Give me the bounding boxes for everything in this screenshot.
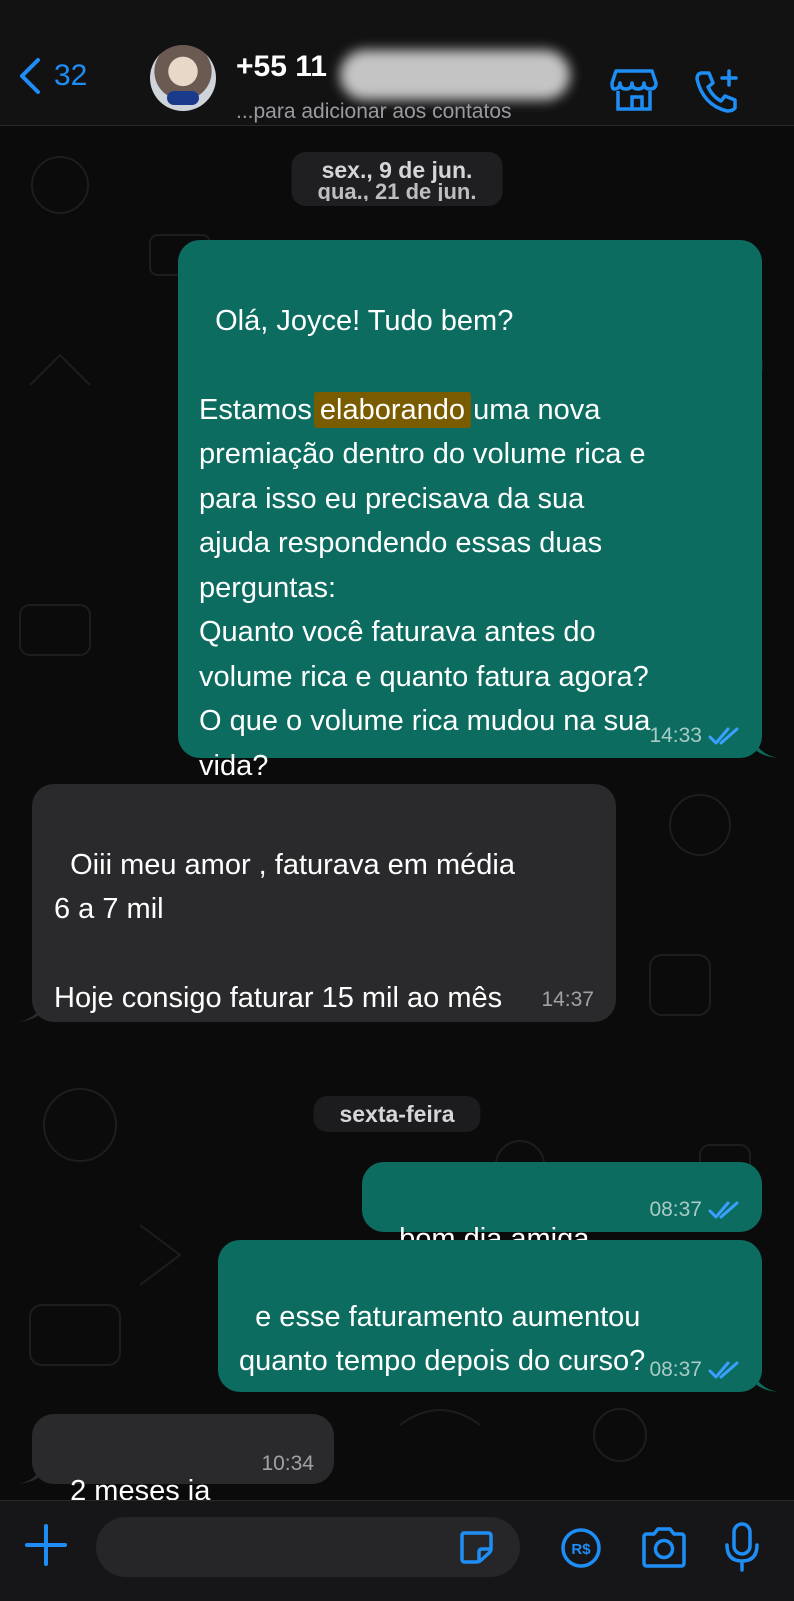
- contact-subtitle[interactable]: ...para adicionar aos contatos: [236, 100, 512, 124]
- camera-icon[interactable]: [640, 1525, 688, 1569]
- bubble-tail: [754, 738, 778, 758]
- message-time: 14:33: [649, 724, 702, 747]
- message-text: uma nova premiação dentro do volume rica…: [199, 393, 651, 782]
- message-time: 10:34: [261, 1452, 314, 1475]
- date-label-scrolling: qua., 21 de jun.: [317, 183, 477, 201]
- payment-icon[interactable]: R$: [560, 1527, 602, 1569]
- date-label: sexta-feira: [339, 1101, 455, 1127]
- message-text: Estamos: [199, 393, 320, 426]
- search-highlight: elaborando: [313, 391, 472, 428]
- avatar[interactable]: [150, 45, 216, 111]
- message-text: e esse faturamento aumentou quanto tempo…: [239, 1300, 646, 1378]
- svg-text:R$: R$: [571, 1541, 591, 1558]
- redacted-number: [340, 50, 570, 100]
- date-separator: sexta-feira: [313, 1096, 481, 1132]
- store-icon[interactable]: [610, 67, 658, 113]
- unread-count: 32: [54, 59, 88, 92]
- message-meta: 10:34: [261, 1452, 314, 1476]
- outgoing-message[interactable]: e esse faturamento aumentou quanto tempo…: [218, 1240, 762, 1392]
- message-meta: 08:37: [649, 1358, 740, 1382]
- plus-icon[interactable]: [24, 1523, 68, 1567]
- date-separator: sex., 9 de jun. qua., 21 de jun.: [291, 152, 503, 206]
- incoming-message[interactable]: 2 meses ja 10:34: [32, 1414, 334, 1507]
- message-composer: R$: [0, 1500, 794, 1601]
- message-meta: 14:37: [541, 988, 594, 1012]
- message-time: 08:37: [649, 1198, 702, 1221]
- message-text: Olá, Joyce! Tudo bem?: [215, 304, 514, 337]
- back-button[interactable]: 32: [18, 56, 87, 96]
- message-time: 08:37: [649, 1358, 702, 1381]
- chat-header: 32 +55 11 ...para adicionar aos contatos: [0, 12, 794, 126]
- sticker-icon[interactable]: [458, 1529, 494, 1565]
- double-check-icon: [708, 727, 739, 745]
- avatar-badge: [167, 91, 199, 105]
- double-check-icon: [708, 1201, 739, 1219]
- message-time: 14:37: [541, 988, 594, 1011]
- microphone-icon[interactable]: [724, 1521, 760, 1573]
- outgoing-message[interactable]: Olá, Joyce! Tudo bem? Estamos elaborando…: [178, 240, 762, 782]
- add-call-icon[interactable]: [693, 67, 741, 113]
- message-meta: 08:37: [649, 1198, 740, 1222]
- bubble-tail: [18, 1464, 42, 1484]
- message-input[interactable]: [96, 1517, 520, 1577]
- chevron-left-icon: [20, 58, 40, 94]
- bubble-tail: [754, 1372, 778, 1392]
- bubble-tail: [18, 1002, 42, 1022]
- contact-name[interactable]: +55 11: [236, 50, 327, 84]
- status-bar: [0, 0, 794, 12]
- outgoing-message[interactable]: bom dia amiga 08:37: [362, 1162, 762, 1255]
- date-label: sex., 9 de jun.: [321, 157, 473, 183]
- message-meta: 14:33: [649, 724, 740, 748]
- incoming-message[interactable]: Oiii meu amor , faturava em média 6 a 7 …: [32, 784, 616, 1022]
- double-check-icon: [708, 1361, 739, 1379]
- message-text: Oiii meu amor , faturava em média 6 a 7 …: [54, 848, 515, 1015]
